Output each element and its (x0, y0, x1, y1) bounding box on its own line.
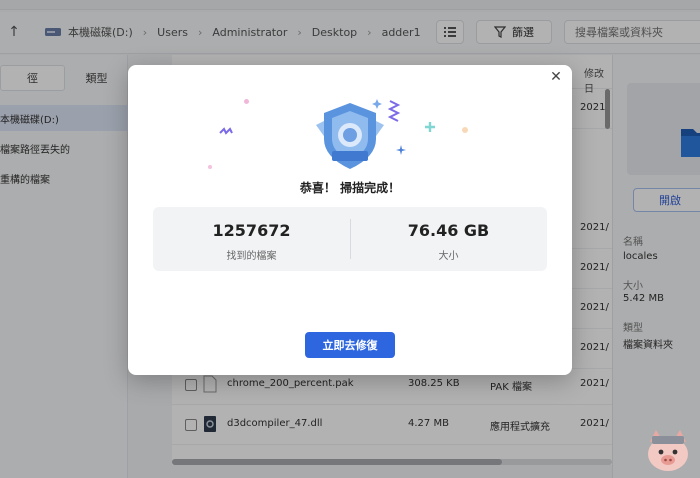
dialog-title: 恭喜！ 掃描完成！ (299, 181, 401, 195)
confetti-icon (396, 145, 406, 155)
stat-files-found: 1257672 找到的檔案 (153, 207, 350, 271)
stat-size: 76.46 GB 大小 (350, 207, 547, 271)
stat-label: 找到的檔案 (226, 251, 277, 262)
confetti-dot (462, 127, 468, 133)
stat-value: 76.46 GB (407, 221, 490, 240)
confetti-icon (372, 99, 382, 109)
confetti-icon (425, 122, 435, 132)
confetti-dot (208, 165, 212, 169)
confetti-icon (387, 100, 401, 122)
stat-value: 1257672 (212, 221, 291, 240)
mascot-watermark-icon (648, 430, 688, 471)
confetti-dot (244, 99, 249, 104)
scan-stats: 1257672 找到的檔案 76.46 GB 大小 (153, 207, 547, 271)
close-icon[interactable]: ✕ (548, 69, 564, 85)
repair-now-button[interactable]: 立即去修復 (305, 332, 395, 358)
stat-label: 大小 (438, 251, 459, 262)
scan-complete-dialog: ✕ 恭喜！ 掃描完成！ 1257672 找到的檔案 76.46 GB 大小 立即… (128, 65, 572, 375)
confetti-icon (219, 127, 233, 135)
